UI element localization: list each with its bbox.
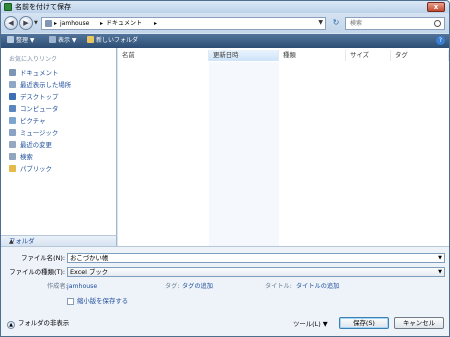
new-folder-icon bbox=[87, 36, 94, 43]
address-dropdown-icon[interactable]: ▼ bbox=[318, 19, 323, 26]
file-list[interactable]: 名前 更新日時 種類 サイズ タグ bbox=[118, 48, 449, 246]
address-row: ◀ ▶ ▼ ▸ jamhouse ▸ ドキュメント ▸ ▼ ↻ bbox=[1, 13, 449, 33]
forward-button[interactable]: ▶ bbox=[19, 16, 33, 30]
command-bar: 整理 ▼ 表示 ▼ 新しいフォルダ ? bbox=[1, 34, 449, 48]
tools-button[interactable]: ツール(L) ▼ bbox=[293, 319, 328, 329]
views-icon bbox=[49, 36, 56, 43]
pictures-icon bbox=[9, 117, 16, 124]
favorite-links-header: お気に入りリンク bbox=[9, 56, 58, 63]
nav-public[interactable]: パブリック bbox=[9, 164, 52, 174]
filetype-select[interactable]: Excel ブック ▼ bbox=[67, 267, 445, 277]
searches-icon bbox=[9, 153, 16, 160]
excel-app-icon bbox=[4, 3, 12, 11]
author-label: 作成者: bbox=[47, 283, 68, 290]
column-type[interactable]: 種類 bbox=[279, 50, 346, 61]
breadcrumb-user[interactable]: jamhouse bbox=[60, 20, 89, 28]
views-button[interactable]: 表示 ▼ bbox=[49, 36, 77, 46]
window-title: 名前を付けて保存 bbox=[15, 3, 71, 11]
nav-music[interactable]: ミュージック bbox=[9, 128, 58, 138]
nav-desktop[interactable]: デスクトップ bbox=[9, 92, 58, 102]
save-as-dialog: 名前を付けて保存 x ◀ ▶ ▼ ▸ jamhouse ▸ ドキュメント ▸ ▼… bbox=[0, 0, 450, 337]
column-size[interactable]: サイズ bbox=[346, 50, 391, 61]
navigation-pane: お気に入りリンク ドキュメント 最近表示した場所 デスクトップ コンピュータ ピ… bbox=[1, 48, 117, 246]
new-folder-button[interactable]: 新しいフォルダ bbox=[87, 36, 138, 46]
chevron-down-icon[interactable]: ▼ bbox=[438, 268, 442, 276]
chevron-down-icon[interactable]: ▼ bbox=[438, 254, 442, 262]
folders-toggle[interactable]: フォルダ ▲ bbox=[1, 235, 117, 246]
back-button[interactable]: ◀ bbox=[4, 16, 18, 30]
recently-changed-icon bbox=[9, 141, 16, 148]
folder-icon bbox=[45, 20, 52, 27]
computer-icon bbox=[9, 105, 16, 112]
close-button[interactable]: x bbox=[427, 2, 445, 12]
title-value[interactable]: タイトルの追加 bbox=[296, 282, 339, 291]
help-icon[interactable]: ? bbox=[436, 36, 445, 45]
nav-searches[interactable]: 検索 bbox=[9, 152, 33, 162]
nav-documents[interactable]: ドキュメント bbox=[9, 68, 58, 78]
title-bar: 名前を付けて保存 x bbox=[1, 1, 449, 13]
nav-pictures[interactable]: ピクチャ bbox=[9, 116, 46, 126]
documents-icon bbox=[9, 69, 16, 76]
nav-recent-places[interactable]: 最近表示した場所 bbox=[9, 80, 71, 90]
address-bar[interactable]: ▸ jamhouse ▸ ドキュメント ▸ ▼ bbox=[41, 17, 326, 30]
chevron-up-icon: ▲ bbox=[9, 238, 14, 245]
nav-recently-changed[interactable]: 最近の変更 bbox=[9, 140, 52, 150]
public-folder-icon bbox=[9, 165, 16, 172]
history-dropdown-icon[interactable]: ▼ bbox=[34, 20, 38, 26]
desktop-icon bbox=[9, 93, 16, 100]
author-value[interactable]: jamhouse bbox=[67, 282, 97, 291]
filetype-label: ファイルの種類(T): bbox=[9, 268, 65, 276]
nav-computer[interactable]: コンピュータ bbox=[9, 104, 58, 114]
organize-icon bbox=[7, 36, 14, 43]
column-tags[interactable]: タグ bbox=[391, 50, 449, 61]
hide-folders-button[interactable]: ▲ フォルダの非表示 bbox=[7, 318, 69, 329]
search-input[interactable] bbox=[346, 18, 430, 29]
search-box[interactable] bbox=[345, 17, 445, 30]
music-icon bbox=[9, 129, 16, 136]
refresh-icon[interactable]: ↻ bbox=[329, 17, 343, 30]
recent-places-icon bbox=[9, 81, 16, 88]
column-date-modified[interactable]: 更新日時 bbox=[209, 50, 279, 61]
cancel-button[interactable]: キャンセル bbox=[394, 317, 444, 329]
breadcrumb-documents[interactable]: ドキュメント bbox=[106, 20, 142, 28]
search-icon[interactable] bbox=[434, 20, 441, 27]
organize-button[interactable]: 整理 ▼ bbox=[7, 36, 35, 46]
save-thumbnail-label[interactable]: 縮小版を保存する bbox=[77, 297, 128, 306]
filename-field[interactable]: おこづかい帳 ▼ bbox=[67, 253, 445, 263]
title-label: タイトル: bbox=[265, 283, 292, 290]
save-form: ファイル名(N): おこづかい帳 ▼ ファイルの種類(T): Excel ブック… bbox=[1, 246, 449, 336]
tags-label: タグ: bbox=[165, 283, 180, 290]
chevron-up-icon: ▲ bbox=[7, 321, 15, 329]
sorted-column-shade bbox=[209, 62, 279, 246]
tags-value[interactable]: タグの追加 bbox=[182, 282, 213, 291]
save-thumbnail-checkbox[interactable] bbox=[67, 298, 74, 305]
filename-label: ファイル名(N): bbox=[21, 254, 65, 262]
column-name[interactable]: 名前 bbox=[118, 50, 209, 61]
save-button[interactable]: 保存(S) bbox=[339, 317, 389, 329]
